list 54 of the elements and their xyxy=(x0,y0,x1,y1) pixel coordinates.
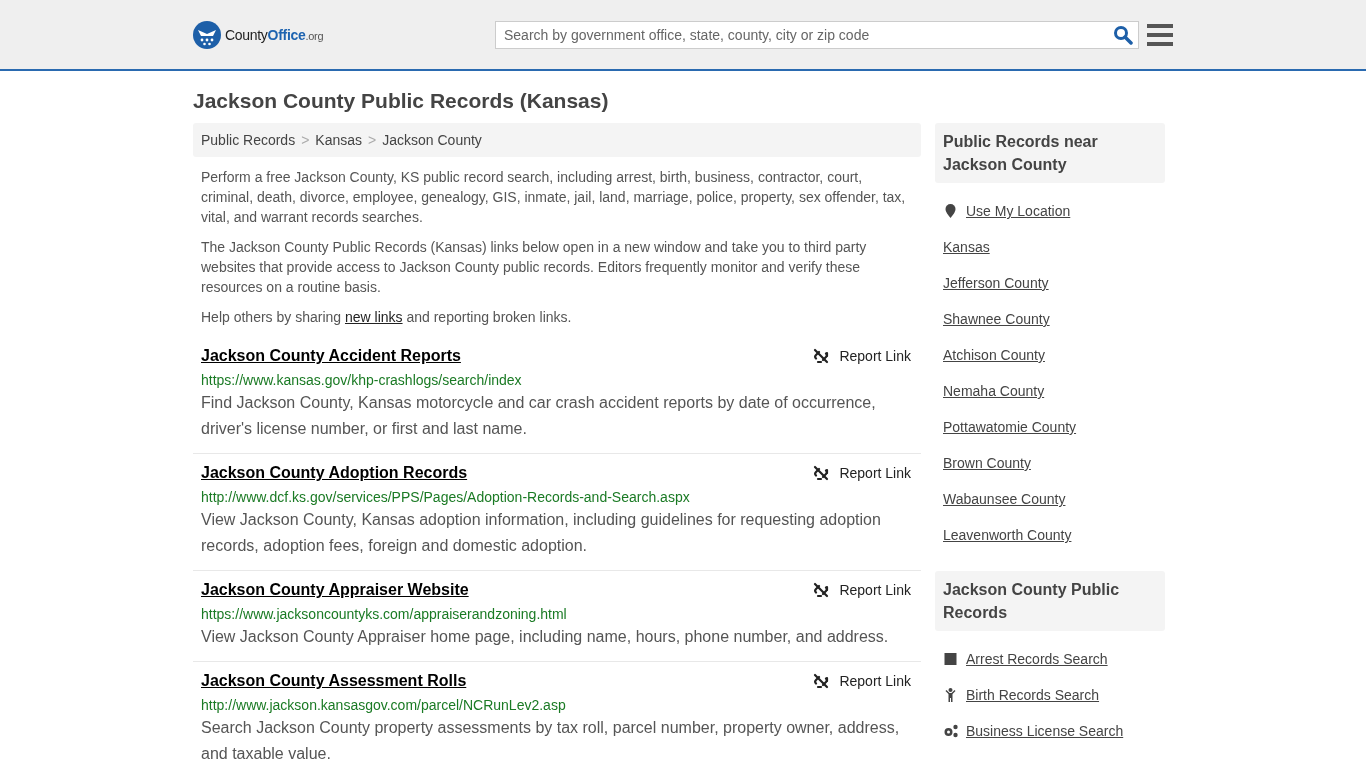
breadcrumb-link[interactable]: Public Records xyxy=(201,132,296,148)
sidebar-link[interactable]: Brown County xyxy=(943,455,1031,471)
help-text: Help others by sharing new links and reporting broken links. xyxy=(201,308,573,327)
report-link[interactable]: Report Link xyxy=(813,465,911,481)
logo-icon xyxy=(193,20,221,49)
new-links-link[interactable]: new links xyxy=(344,309,403,325)
broken-link-icon xyxy=(813,465,830,481)
result-url: https://www.jacksoncountyks.com/appraiserandzoning.html xyxy=(201,606,568,622)
result-url: https://www.kansas.gov/khp-crashlogs/search/index xyxy=(201,372,523,388)
sidebar-link[interactable]: Leavenworth County xyxy=(943,527,1072,543)
intro-paragraph: Perform a free Jackson County, KS public record search, including arrest, birth, business, contractor, court, criminal, death, divorce, employee, genealogy, GIS, inmate, jail, land, marriage, police, property, sex offender, tax, vital, and warrant records searches. xyxy=(201,168,907,227)
breadcrumb-link[interactable]: Kansas xyxy=(315,132,363,148)
search-icon[interactable] xyxy=(1113,24,1133,45)
report-link[interactable]: Report Link xyxy=(813,582,911,598)
page-title: Jackson County Public Records (Kansas) xyxy=(193,89,610,113)
pin-icon xyxy=(943,203,958,219)
sidebar-link[interactable]: Shawnee County xyxy=(943,311,1050,327)
result-title-link[interactable]: Jackson County Appraiser Website xyxy=(201,581,469,599)
sidebar-link[interactable]: Arrest Records Search xyxy=(966,651,1108,667)
sidebar-heading: Jackson County Public Records xyxy=(935,571,1165,631)
broken-link-icon xyxy=(813,582,830,598)
sidebar-link[interactable]: Wabaunsee County xyxy=(943,491,1066,507)
report-link[interactable]: Report Link xyxy=(813,348,911,364)
result-title-link[interactable]: Jackson County Assessment Rolls xyxy=(201,672,467,690)
sidebar-heading: Public Records near Jackson County xyxy=(935,123,1165,183)
separator-icon: > xyxy=(301,132,310,148)
broken-link-icon xyxy=(813,673,830,689)
sidebar-link[interactable]: Business License Search xyxy=(966,723,1124,739)
result-title-link[interactable]: Jackson County Adoption Records xyxy=(201,464,468,482)
sidebar-link[interactable]: Atchison County xyxy=(943,347,1045,363)
result-title-link[interactable]: Jackson County Accident Reports xyxy=(201,347,461,365)
sidebar-link[interactable]: Kansas xyxy=(943,239,990,255)
sidebar-link[interactable]: Use My Location xyxy=(966,203,1071,219)
sidebar-link[interactable]: Birth Records Search xyxy=(966,687,1100,703)
intro-paragraph: The Jackson County Public Records (Kansas) links below open in a new window and take you to third party websites that provide access to Jackson County public records. Editors frequently monitor and verify these resources on a routine basis. xyxy=(201,238,868,297)
sidebar-link[interactable]: Jefferson County xyxy=(943,275,1049,291)
broken-link-icon xyxy=(813,348,830,364)
sidebar-link[interactable]: Nemaha County xyxy=(943,383,1045,399)
result-description: Find Jackson County, Kansas motorcycle and car crash accident reports by date of occurrence, driver's license number, or first and last name. xyxy=(201,393,877,439)
gears-icon xyxy=(943,723,958,739)
report-link[interactable]: Report Link xyxy=(813,673,911,689)
result-url: http://www.jackson.kansasgov.com/parcel/NCRunLev2.asp xyxy=(201,697,567,713)
breadcrumb-link[interactable]: Jackson County xyxy=(382,132,482,148)
child-icon xyxy=(943,687,958,703)
result-url: http://www.dcf.ks.gov/services/PPS/Pages/Adoption-Records-and-Search.aspx xyxy=(201,489,691,505)
separator-icon: > xyxy=(368,132,377,148)
result-description: View Jackson County Appraiser home page, including name, hours, phone number, and address. xyxy=(201,627,890,647)
site-logo[interactable]: CountyOffice.org xyxy=(225,26,324,43)
result-description: View Jackson County, Kansas adoption information, including guidelines for requesting adoption records, adoption fees, foreign and domestic adoption. xyxy=(201,510,882,556)
menu-icon[interactable] xyxy=(1147,23,1173,46)
square-icon xyxy=(943,651,958,667)
sidebar-link[interactable]: Pottawatomie County xyxy=(943,419,1077,435)
result-description: Search Jackson County property assessments by tax roll, parcel number, property owner, address, and taxable value. xyxy=(201,718,901,764)
search-field[interactable]: Search by government office, state, county, city or zip code xyxy=(495,20,1139,49)
